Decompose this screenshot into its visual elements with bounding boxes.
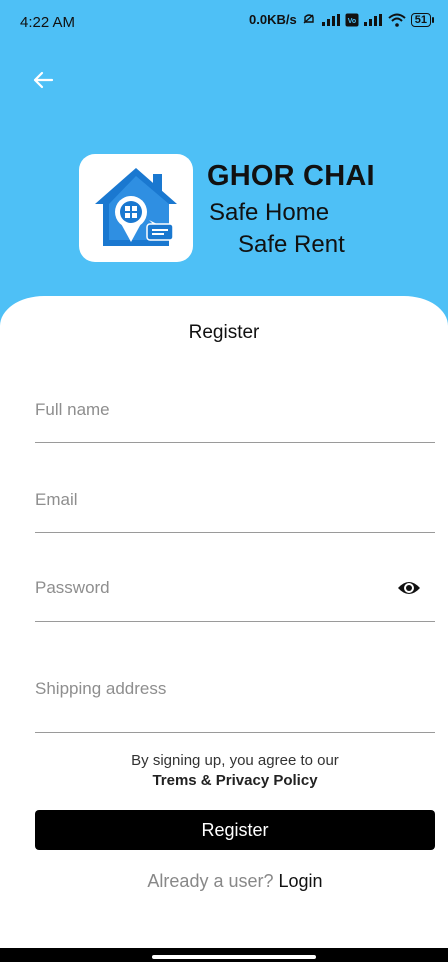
status-bar: 4:22 AM 0.0KB/s Vo 51 [0,0,448,44]
signal-icon-2 [363,13,382,26]
home-indicator[interactable] [152,955,316,959]
register-button[interactable]: Register [35,810,435,850]
eye-icon[interactable] [397,578,421,598]
alarm-icon [303,13,314,24]
volte-icon: Vo [345,13,359,26]
full-name-field[interactable] [35,396,435,443]
login-prompt: Already a user? [147,871,274,891]
brand-title: GHOR CHAI [207,160,375,192]
status-time: 4:22 AM [20,14,76,31]
password-input[interactable] [35,574,435,602]
login-link[interactable]: Login [279,871,323,891]
shipping-address-field[interactable] [35,675,435,733]
terms-text: By signing up, you agree to our [131,752,339,769]
email-input[interactable] [35,486,435,514]
login-row: Already a user? Login [0,871,448,892]
brand-tagline-1: Safe Home [209,199,330,226]
battery-icon: 51 [410,12,434,27]
form-title: Register [188,322,260,343]
wifi-icon [388,13,406,27]
brand-tagline-2: Safe Rent [238,231,345,258]
arrow-left-icon[interactable] [30,67,56,93]
svg-text:Vo: Vo [348,18,356,25]
shipping-address-input[interactable] [35,675,435,703]
full-name-input[interactable] [35,396,435,424]
house-location-pin-icon [95,168,177,246]
status-icons: 0.0KB/s Vo 51 [249,12,434,27]
network-speed: 0.0KB/s [249,12,297,27]
email-field[interactable] [35,486,435,533]
signal-icon [321,13,340,26]
password-field[interactable] [35,574,435,622]
terms-link[interactable]: Trems & Privacy Policy [0,772,448,789]
app-logo [79,154,193,262]
